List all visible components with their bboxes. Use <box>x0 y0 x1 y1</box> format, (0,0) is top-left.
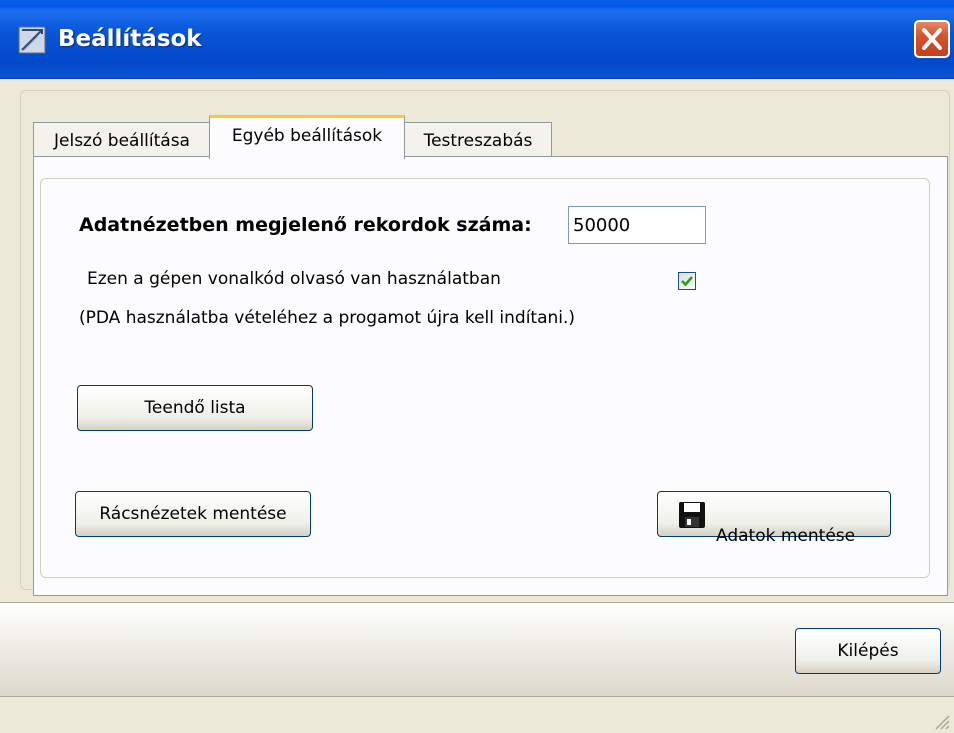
barcode-reader-checkbox[interactable] <box>678 272 696 290</box>
records-count-input[interactable] <box>568 206 706 244</box>
button-label: Rácsnézetek mentése <box>99 504 287 524</box>
status-bar <box>0 696 954 733</box>
close-button[interactable] <box>914 20 950 58</box>
settings-window: Beállítások Jelszó beállítása Egyéb beál… <box>0 0 954 733</box>
checkmark-icon <box>681 276 693 287</box>
tab-password-settings[interactable]: Jelszó beállítása <box>33 122 211 158</box>
button-label: Teendő lista <box>144 398 246 418</box>
tab-label: Jelszó beállítása <box>54 131 190 151</box>
window-title: Beállítások <box>58 26 202 52</box>
exit-button[interactable]: Kilépés <box>795 628 941 674</box>
tab-other-settings[interactable]: Egyéb beállítások <box>209 115 405 159</box>
save-grid-views-button[interactable]: Rácsnézetek mentése <box>75 491 311 537</box>
button-label: Adatok mentése <box>716 526 856 546</box>
save-data-button[interactable]: Adatok mentése <box>657 491 891 546</box>
todo-list-button[interactable]: Teendő lista <box>77 385 313 431</box>
records-count-label: Adatnézetben megjelenő rekordok száma: <box>79 214 532 236</box>
tab-label: Testreszabás <box>423 131 533 151</box>
button-label: Kilépés <box>837 641 899 661</box>
resize-grip-icon[interactable] <box>932 712 950 730</box>
barcode-reader-label: Ezen a gépen vonalkód olvasó van használ… <box>87 269 501 289</box>
tab-label: Egyéb beállítások <box>231 126 383 146</box>
close-icon <box>922 28 942 50</box>
pda-restart-note: (PDA használatba vételéhez a progamot új… <box>79 308 576 328</box>
title-bar[interactable]: Beállítások <box>0 0 954 79</box>
tab-customization[interactable]: Testreszabás <box>404 122 552 158</box>
app-icon <box>18 26 46 54</box>
floppy-disk-icon <box>679 502 705 528</box>
bottom-panel: Kilépés <box>0 604 954 696</box>
